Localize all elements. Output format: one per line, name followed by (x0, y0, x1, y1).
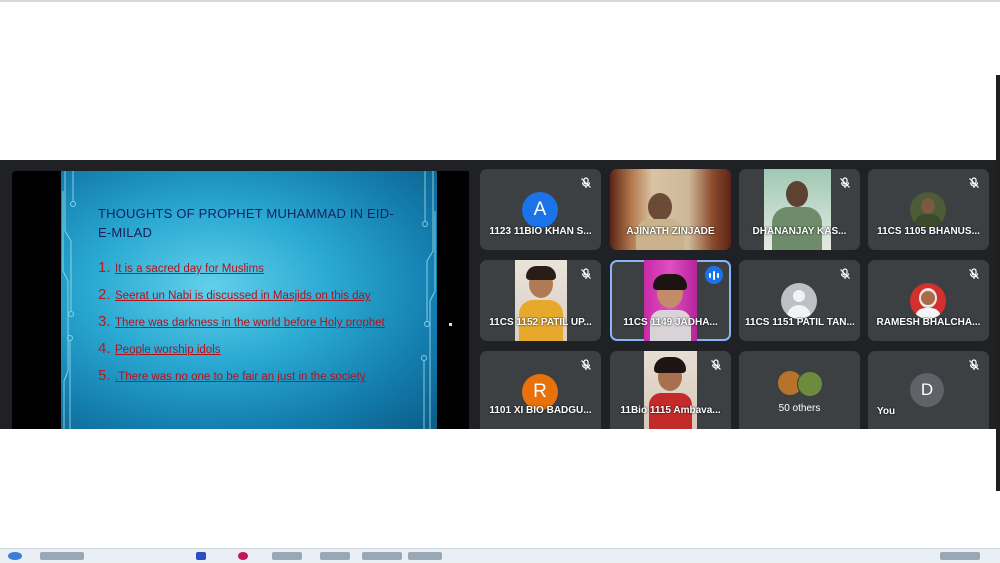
avatar (797, 371, 823, 397)
participant-name: 11Bio 1115 Ambava... (620, 405, 721, 416)
circuit-decoration-right (421, 171, 436, 429)
mouse-cursor (449, 323, 452, 326)
circuit-decoration-left (62, 171, 76, 429)
taskbar-app[interactable] (320, 552, 350, 560)
participant-name: AJINATH ZINJADE (626, 226, 715, 237)
avatar: D (910, 373, 944, 407)
clock[interactable] (940, 552, 980, 560)
mic-off-icon[interactable] (710, 359, 722, 371)
browser-top-strip (0, 0, 1000, 2)
participant-tile[interactable]: 11CS 1105 BHANUS... (868, 169, 989, 250)
participant-tile[interactable]: RAMESH BHALCHA... (868, 260, 989, 341)
participant-tile[interactable]: 11CS 1152 PATIL UP... (480, 260, 601, 341)
mic-off-icon[interactable] (968, 177, 980, 189)
participant-name: RAMESH BHALCHA... (876, 317, 981, 328)
slide-points: 1. It is a sacred day for Muslims 2. Seera… (98, 259, 385, 394)
start-icon[interactable] (8, 552, 22, 560)
mic-off-icon[interactable] (580, 177, 592, 189)
participant-tile[interactable]: DHANANJAY KAS... (739, 169, 860, 250)
window-edge (996, 75, 1000, 491)
slide-point: 3. There was darkness in the world before… (98, 313, 385, 330)
participant-name: 11CS 1151 PATIL TAN... (745, 317, 854, 328)
participant-name: 1123 11BIO KHAN S... (489, 226, 592, 237)
participant-tile[interactable]: AJINATH ZINJADE (610, 169, 731, 250)
speaking-indicator-icon (705, 266, 723, 284)
others-tile[interactable]: 50 others (739, 351, 860, 429)
participant-tile-speaking[interactable]: 11CS 1149 JADHA... (610, 260, 731, 341)
taskbar-app[interactable] (408, 552, 442, 560)
participant-name: 1101 XI BIO BADGU... (489, 405, 592, 416)
slide-point: 2. Seerat un Nabi is discussed in Masjids… (98, 286, 371, 303)
slide-point: 5. .There was no one to be fair an just i… (98, 367, 366, 384)
slide-point: 1. It is a sacred day for Muslims (98, 259, 264, 276)
others-count: 50 others (778, 403, 821, 414)
participant-video (764, 169, 831, 250)
mic-off-icon[interactable] (968, 359, 980, 371)
participant-tile[interactable]: A 1123 11BIO KHAN S... (480, 169, 601, 250)
taskbar-app[interactable] (362, 552, 402, 560)
presentation-screen[interactable]: THOUGHTS OF PROPHET MUHAMMAD IN EID-E-MI… (12, 171, 469, 429)
mic-off-icon[interactable] (839, 177, 851, 189)
participant-tile[interactable]: 11Bio 1115 Ambava... (610, 351, 731, 429)
participant-video (644, 260, 697, 341)
taskbar-app[interactable] (40, 552, 84, 560)
self-tile[interactable]: D You (868, 351, 989, 429)
participant-name: 11CS 1149 JADHA... (623, 317, 718, 328)
participant-video (644, 351, 697, 429)
slide-point: 4. People worship idols (98, 340, 221, 357)
mic-off-icon[interactable] (580, 359, 592, 371)
taskbar-app[interactable] (238, 552, 248, 560)
participant-name: 11CS 1152 PATIL UP... (489, 317, 592, 328)
avatar (910, 192, 946, 228)
avatar: A (522, 192, 558, 228)
participant-tile[interactable]: 11CS 1151 PATIL TAN... (739, 260, 860, 341)
mic-off-icon[interactable] (839, 268, 851, 280)
participant-video (515, 260, 567, 341)
mic-off-icon[interactable] (580, 268, 592, 280)
slide: THOUGHTS OF PROPHET MUHAMMAD IN EID-E-MI… (61, 171, 437, 429)
mic-off-icon[interactable] (968, 268, 980, 280)
taskbar (0, 548, 1000, 563)
slide-title: THOUGHTS OF PROPHET MUHAMMAD IN EID-E-MI… (98, 206, 394, 240)
participant-name: You (877, 406, 896, 417)
participant-video (610, 169, 731, 250)
avatar (910, 283, 946, 319)
participant-name: 11CS 1105 BHANUS... (877, 226, 980, 237)
participant-tile[interactable]: R 1101 XI BIO BADGU... (480, 351, 601, 429)
default-avatar-icon (781, 283, 817, 319)
taskbar-app[interactable] (272, 552, 302, 560)
participant-name: DHANANJAY KAS... (752, 226, 847, 237)
taskbar-app[interactable] (196, 552, 206, 560)
